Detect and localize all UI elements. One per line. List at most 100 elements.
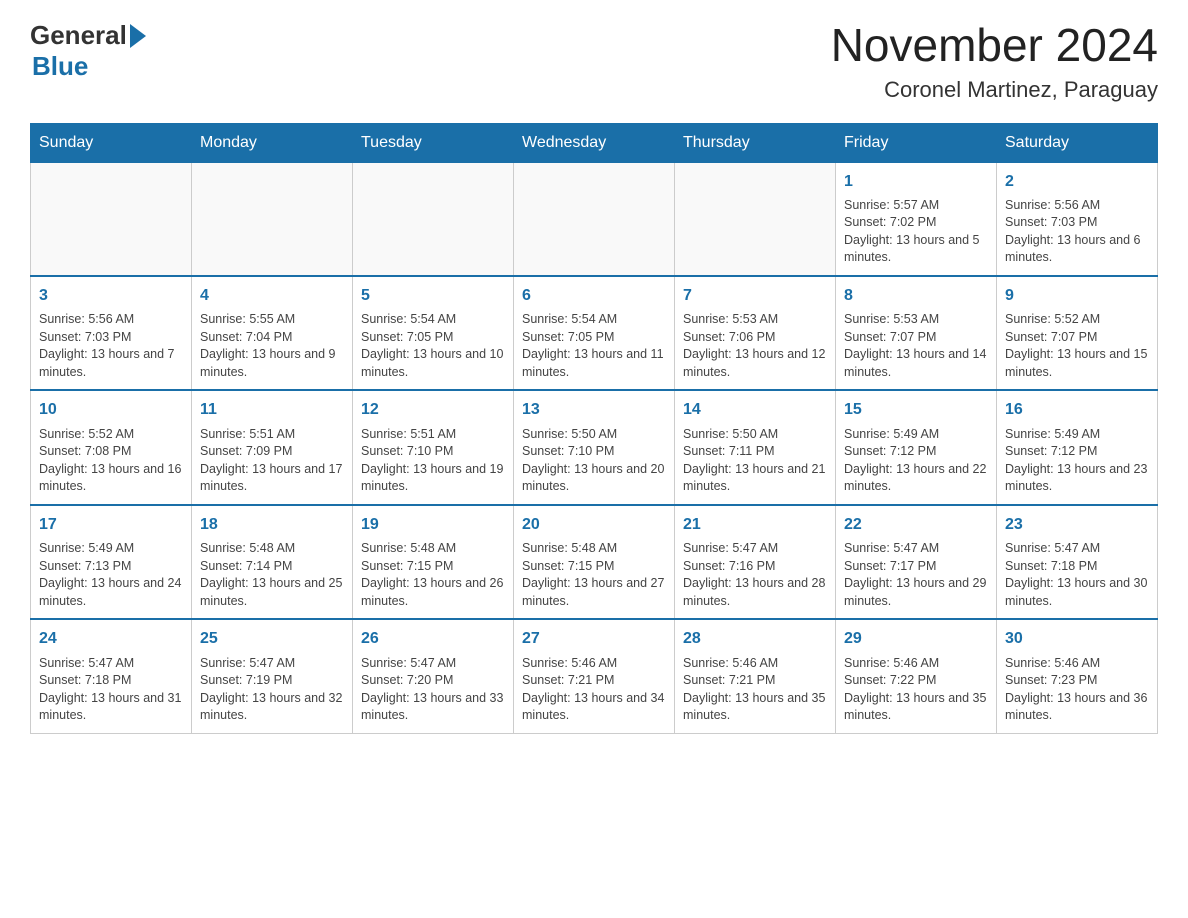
calendar-cell: 3 Sunrise: 5:56 AM Sunset: 7:03 PM Daylig… [31,276,192,390]
calendar-cell: 7 Sunrise: 5:53 AM Sunset: 7:06 PM Daylig… [675,276,836,390]
day-number: 13 [522,399,666,421]
calendar-cell: 18 Sunrise: 5:48 AM Sunset: 7:14 PM Dayli… [192,505,353,619]
day-info: Sunrise: 5:47 AM Sunset: 7:18 PM Dayligh… [1005,540,1149,610]
calendar-cell: 9Sunrise: 5:52 AM Sunset: 7:07 PM Daylig… [997,276,1158,390]
day-number: 28 [683,628,827,650]
day-number: 18 [200,514,344,536]
calendar-cell [192,162,353,276]
calendar-cell: 23Sunrise: 5:47 AM Sunset: 7:18 PM Dayli… [997,505,1158,619]
day-info: Sunrise: 5:47 AM Sunset: 7:17 PM Dayligh… [844,540,988,610]
calendar-cell: 14 Sunrise: 5:50 AM Sunset: 7:11 PM Dayli… [675,390,836,504]
logo-chevron-icon [130,24,146,48]
day-info: Sunrise: 5:47 AM Sunset: 7:19 PM Dayligh… [200,655,344,725]
day-info: Sunrise: 5:51 AM Sunset: 7:10 PM Dayligh… [361,426,505,496]
day-number: 11 [200,399,344,421]
day-number: 10 [39,399,183,421]
day-number: 20 [522,514,666,536]
day-number: 3 [39,285,183,307]
calendar-week-row: 1 Sunrise: 5:57 AM Sunset: 7:02 PM Daylig… [31,162,1158,276]
logo-blue-text: Blue [32,51,88,81]
calendar-cell: 15Sunrise: 5:49 AM Sunset: 7:12 PM Dayli… [836,390,997,504]
day-info: Sunrise: 5:49 AM Sunset: 7:13 PM Dayligh… [39,540,183,610]
calendar-cell [31,162,192,276]
calendar-cell: 2Sunrise: 5:56 AM Sunset: 7:03 PM Daylig… [997,162,1158,276]
day-info: Sunrise: 5:51 AM Sunset: 7:09 PM Dayligh… [200,426,344,496]
calendar-cell: 28 Sunrise: 5:46 AM Sunset: 7:21 PM Dayli… [675,619,836,733]
day-info: Sunrise: 5:50 AM Sunset: 7:11 PM Dayligh… [683,426,827,496]
day-number: 21 [683,514,827,536]
day-number: 12 [361,399,505,421]
calendar-cell: 5 Sunrise: 5:54 AM Sunset: 7:05 PM Daylig… [353,276,514,390]
day-number: 1 [844,171,988,193]
day-number: 15 [844,399,988,421]
calendar-cell: 21 Sunrise: 5:47 AM Sunset: 7:16 PM Dayli… [675,505,836,619]
calendar-cell: 24 Sunrise: 5:47 AM Sunset: 7:18 PM Dayli… [31,619,192,733]
day-number: 5 [361,285,505,307]
calendar-cell: 4 Sunrise: 5:55 AM Sunset: 7:04 PM Daylig… [192,276,353,390]
day-info: Sunrise: 5:48 AM Sunset: 7:15 PM Dayligh… [361,540,505,610]
calendar-week-row: 17 Sunrise: 5:49 AM Sunset: 7:13 PM Dayli… [31,505,1158,619]
day-info: Sunrise: 5:53 AM Sunset: 7:07 PM Dayligh… [844,311,988,381]
day-number: 24 [39,628,183,650]
weekday-header-friday: Friday [836,123,997,162]
calendar-title: November 2024 [831,20,1158,71]
day-info: Sunrise: 5:54 AM Sunset: 7:05 PM Dayligh… [361,311,505,381]
day-info: Sunrise: 5:55 AM Sunset: 7:04 PM Dayligh… [200,311,344,381]
day-info: Sunrise: 5:50 AM Sunset: 7:10 PM Dayligh… [522,426,666,496]
day-info: Sunrise: 5:57 AM Sunset: 7:02 PM Dayligh… [844,197,988,267]
day-number: 19 [361,514,505,536]
weekday-header-saturday: Saturday [997,123,1158,162]
calendar-cell [514,162,675,276]
calendar-week-row: 10 Sunrise: 5:52 AM Sunset: 7:08 PM Dayli… [31,390,1158,504]
day-info: Sunrise: 5:56 AM Sunset: 7:03 PM Dayligh… [39,311,183,381]
day-info: Sunrise: 5:54 AM Sunset: 7:05 PM Dayligh… [522,311,666,381]
calendar-cell: 27 Sunrise: 5:46 AM Sunset: 7:21 PM Dayli… [514,619,675,733]
day-number: 8 [844,285,988,307]
calendar-cell: 29 Sunrise: 5:46 AM Sunset: 7:22 PM Dayli… [836,619,997,733]
calendar-cell [675,162,836,276]
weekday-header-row: SundayMondayTuesdayWednesdayThursdayFrid… [31,123,1158,162]
day-number: 4 [200,285,344,307]
day-info: Sunrise: 5:47 AM Sunset: 7:16 PM Dayligh… [683,540,827,610]
weekday-header-tuesday: Tuesday [353,123,514,162]
day-number: 16 [1005,399,1149,421]
calendar-week-row: 24 Sunrise: 5:47 AM Sunset: 7:18 PM Dayli… [31,619,1158,733]
day-info: Sunrise: 5:52 AM Sunset: 7:08 PM Dayligh… [39,426,183,496]
weekday-header-wednesday: Wednesday [514,123,675,162]
day-info: Sunrise: 5:47 AM Sunset: 7:18 PM Dayligh… [39,655,183,725]
calendar-week-row: 3 Sunrise: 5:56 AM Sunset: 7:03 PM Daylig… [31,276,1158,390]
day-info: Sunrise: 5:48 AM Sunset: 7:14 PM Dayligh… [200,540,344,610]
day-info: Sunrise: 5:56 AM Sunset: 7:03 PM Dayligh… [1005,197,1149,267]
weekday-header-sunday: Sunday [31,123,192,162]
day-info: Sunrise: 5:46 AM Sunset: 7:21 PM Dayligh… [522,655,666,725]
calendar-table: SundayMondayTuesdayWednesdayThursdayFrid… [30,123,1158,734]
calendar-subtitle: Coronel Martinez, Paraguay [831,77,1158,103]
day-info: Sunrise: 5:49 AM Sunset: 7:12 PM Dayligh… [1005,426,1149,496]
day-info: Sunrise: 5:53 AM Sunset: 7:06 PM Dayligh… [683,311,827,381]
logo: General Blue [30,20,146,82]
calendar-cell: 22 Sunrise: 5:47 AM Sunset: 7:17 PM Dayli… [836,505,997,619]
weekday-header-monday: Monday [192,123,353,162]
calendar-cell: 30Sunrise: 5:46 AM Sunset: 7:23 PM Dayli… [997,619,1158,733]
calendar-cell: 11 Sunrise: 5:51 AM Sunset: 7:09 PM Dayli… [192,390,353,504]
day-number: 17 [39,514,183,536]
day-number: 29 [844,628,988,650]
calendar-cell: 1 Sunrise: 5:57 AM Sunset: 7:02 PM Daylig… [836,162,997,276]
day-number: 22 [844,514,988,536]
day-number: 14 [683,399,827,421]
day-info: Sunrise: 5:46 AM Sunset: 7:21 PM Dayligh… [683,655,827,725]
day-info: Sunrise: 5:48 AM Sunset: 7:15 PM Dayligh… [522,540,666,610]
weekday-header-thursday: Thursday [675,123,836,162]
calendar-cell: 20 Sunrise: 5:48 AM Sunset: 7:15 PM Dayli… [514,505,675,619]
calendar-cell: 12 Sunrise: 5:51 AM Sunset: 7:10 PM Dayli… [353,390,514,504]
day-number: 6 [522,285,666,307]
day-number: 27 [522,628,666,650]
day-info: Sunrise: 5:46 AM Sunset: 7:22 PM Dayligh… [844,655,988,725]
day-number: 7 [683,285,827,307]
day-number: 25 [200,628,344,650]
calendar-cell: 10 Sunrise: 5:52 AM Sunset: 7:08 PM Dayli… [31,390,192,504]
calendar-cell: 13 Sunrise: 5:50 AM Sunset: 7:10 PM Dayli… [514,390,675,504]
day-info: Sunrise: 5:52 AM Sunset: 7:07 PM Dayligh… [1005,311,1149,381]
day-number: 26 [361,628,505,650]
calendar-cell: 6 Sunrise: 5:54 AM Sunset: 7:05 PM Daylig… [514,276,675,390]
